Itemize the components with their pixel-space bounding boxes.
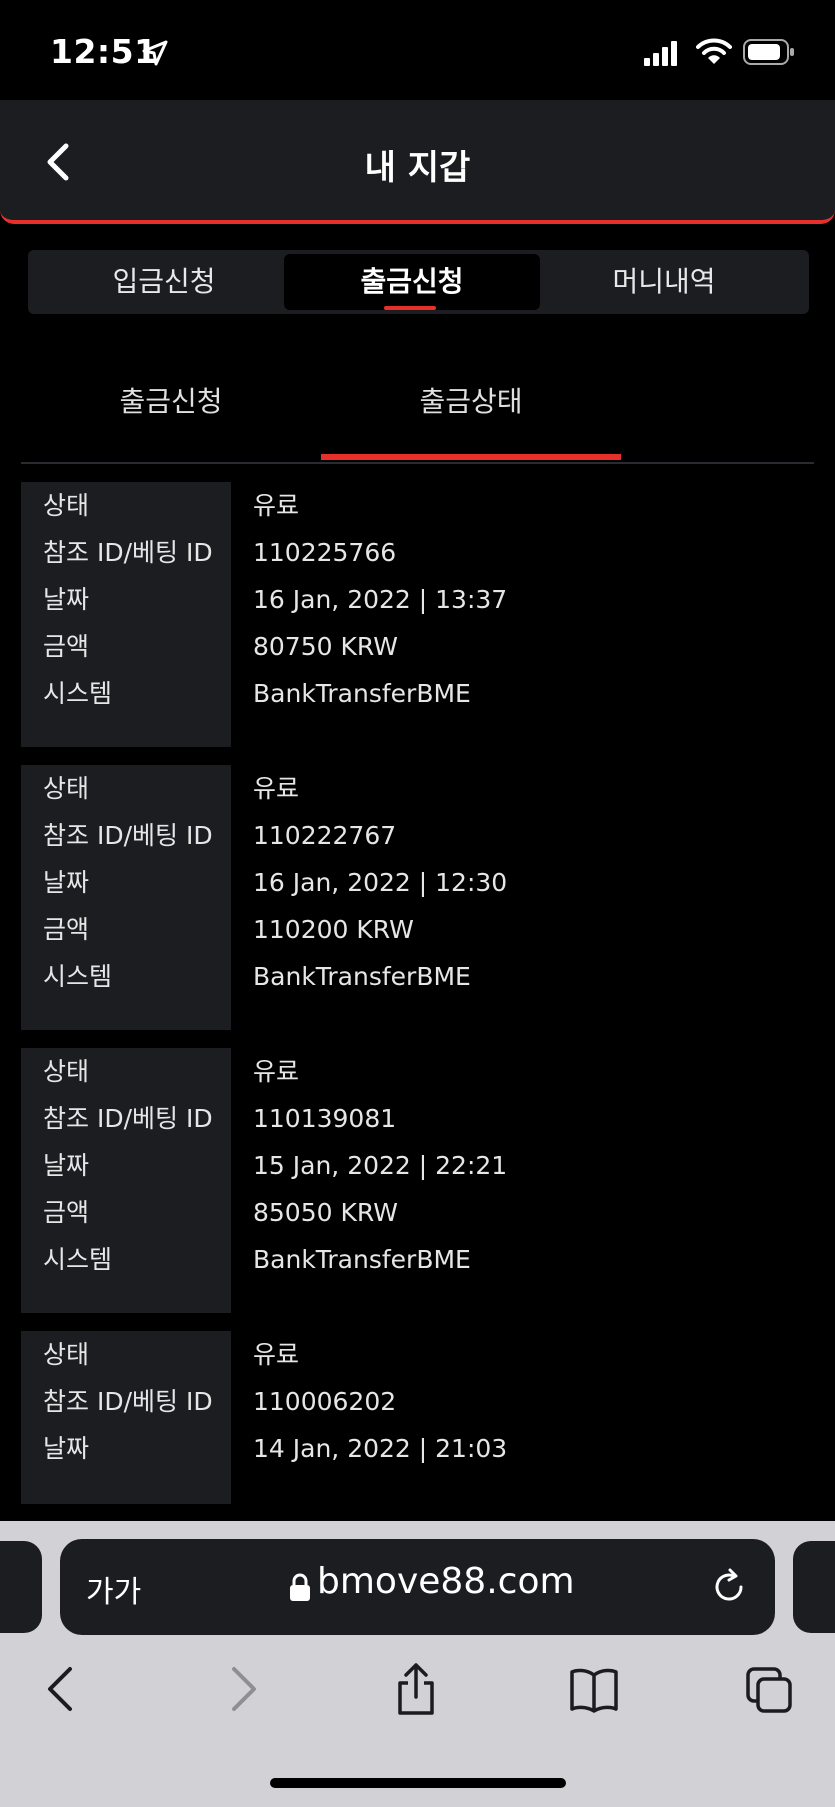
value-amount: 85050 KRW — [253, 1198, 398, 1227]
value-status: 유료 — [253, 1340, 300, 1369]
subtab-withdraw-status[interactable]: 출금상태 — [321, 380, 621, 460]
withdraw-record-list: 상태 유료 참조 ID/베팅 ID 110225766 날짜 16 Jan, 2… — [21, 482, 814, 1522]
page-title: 내 지갑 — [364, 148, 471, 188]
value-ref-id: 110225766 — [253, 538, 397, 567]
tabs-icon[interactable] — [744, 1661, 796, 1717]
label-date: 날짜 — [43, 585, 90, 614]
tab-withdraw-request-label: 출금신청 — [360, 265, 464, 298]
label-ref-id: 참조 ID/베팅 ID — [43, 538, 213, 567]
share-icon[interactable] — [390, 1661, 442, 1717]
label-status: 상태 — [43, 491, 90, 520]
sub-tab-bar: 출금신청 출금상태 — [21, 360, 814, 464]
label-system: 시스템 — [43, 679, 113, 708]
battery-icon — [743, 39, 794, 65]
cellular-signal-icon — [644, 41, 677, 66]
label-system: 시스템 — [43, 1245, 113, 1274]
value-date: 15 Jan, 2022 | 22:21 — [253, 1151, 508, 1180]
value-status: 유료 — [253, 1057, 300, 1086]
tab-withdraw-request[interactable]: 출금신청 — [284, 254, 540, 310]
lock-icon — [290, 1573, 310, 1601]
value-ref-id: 110006202 — [253, 1387, 397, 1416]
value-status: 유료 — [253, 491, 300, 520]
value-ref-id: 110222767 — [253, 821, 397, 850]
url-text[interactable]: bmove88.com — [317, 1561, 575, 1602]
back-icon[interactable] — [36, 1661, 88, 1717]
tab-money-history[interactable]: 머니내역 — [536, 254, 792, 310]
value-system: BankTransferBME — [253, 1245, 471, 1274]
label-status: 상태 — [43, 774, 90, 803]
value-date: 14 Jan, 2022 | 21:03 — [253, 1434, 508, 1463]
label-amount: 금액 — [43, 1198, 90, 1227]
label-date: 날짜 — [43, 1151, 90, 1180]
label-status: 상태 — [43, 1057, 90, 1086]
address-bar[interactable]: 가가 bmove88.com — [60, 1539, 775, 1635]
value-amount: 110200 KRW — [253, 915, 414, 944]
value-system: BankTransferBME — [253, 679, 471, 708]
home-indicator — [270, 1778, 566, 1788]
previous-tab-preview[interactable] — [0, 1541, 42, 1633]
wifi-icon — [696, 38, 732, 64]
label-ref-id: 참조 ID/베팅 ID — [43, 1104, 213, 1133]
value-ref-id: 110139081 — [253, 1104, 397, 1133]
sub-tab-divider — [21, 462, 814, 464]
value-amount: 80750 KRW — [253, 632, 398, 661]
forward-icon[interactable] — [216, 1661, 268, 1717]
reload-icon[interactable] — [709, 1567, 749, 1607]
withdraw-record: 상태 유료 참조 ID/베팅 ID 110222767 날짜 16 Jan, 2… — [21, 765, 814, 1030]
label-amount: 금액 — [43, 915, 90, 944]
label-system: 시스템 — [43, 962, 113, 991]
status-bar: 12:51 — [0, 0, 835, 100]
main-tab-bar: 입금신청 출금신청 머니내역 — [28, 250, 809, 314]
text-size-button[interactable]: 가가 — [86, 1567, 141, 1611]
browser-chrome: 가가 bmove88.com — [0, 1521, 835, 1807]
location-arrow-icon — [142, 40, 168, 66]
label-status: 상태 — [43, 1340, 90, 1369]
label-date: 날짜 — [43, 1434, 90, 1463]
value-status: 유료 — [253, 774, 300, 803]
next-tab-preview[interactable] — [793, 1541, 835, 1633]
tab-deposit-request[interactable]: 입금신청 — [36, 254, 292, 310]
label-date: 날짜 — [43, 868, 90, 897]
label-amount: 금액 — [43, 632, 90, 661]
value-date: 16 Jan, 2022 | 12:30 — [253, 868, 508, 897]
subtab-withdraw-request[interactable]: 출금신청 — [21, 380, 321, 420]
withdraw-record: 상태 유료 참조 ID/베팅 ID 110139081 날짜 15 Jan, 2… — [21, 1048, 814, 1313]
app-header: 내 지갑 — [0, 100, 835, 224]
withdraw-record: 상태 유료 참조 ID/베팅 ID 110225766 날짜 16 Jan, 2… — [21, 482, 814, 747]
value-system: BankTransferBME — [253, 962, 471, 991]
active-tab-indicator — [384, 306, 436, 310]
label-ref-id: 참조 ID/베팅 ID — [43, 1387, 213, 1416]
value-date: 16 Jan, 2022 | 13:37 — [253, 585, 508, 614]
withdraw-record: 상태 유료 참조 ID/베팅 ID 110006202 날짜 14 Jan, 2… — [21, 1331, 814, 1504]
bookmarks-icon[interactable] — [568, 1661, 620, 1717]
label-ref-id: 참조 ID/베팅 ID — [43, 821, 213, 850]
